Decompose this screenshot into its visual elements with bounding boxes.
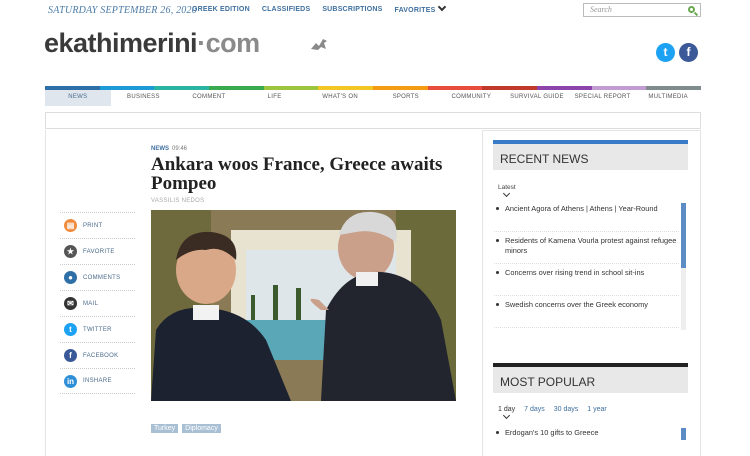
comment-icon: ● bbox=[64, 271, 77, 284]
nav-multimedia[interactable]: MULTIMEDIA bbox=[635, 90, 701, 106]
article-tags: Turkey Diplomacy bbox=[151, 424, 221, 433]
list-item[interactable]: Residents of Kamena Vourla protest again… bbox=[494, 232, 679, 264]
favorites-label: FAVORITES bbox=[394, 7, 436, 14]
scrollbar-thumb[interactable] bbox=[681, 203, 686, 268]
search-icon[interactable] bbox=[688, 6, 695, 13]
inshare-label: INSHARE bbox=[83, 378, 112, 384]
ad-strip bbox=[45, 112, 701, 129]
twitter-icon[interactable]: t bbox=[656, 43, 675, 62]
print-icon: ▤ bbox=[64, 219, 77, 232]
most-popular-title: MOST POPULAR bbox=[500, 375, 596, 389]
nav-life[interactable]: LIFE bbox=[242, 90, 308, 106]
top-links: GREEK EDITION CLASSIFIEDS SUBSCRIPTIONS … bbox=[192, 2, 447, 14]
search-box[interactable]: Search bbox=[583, 3, 701, 17]
star-icon: ★ bbox=[64, 245, 77, 258]
chevron-down-icon bbox=[438, 2, 447, 12]
article-byline: VASSILIS NEDOS bbox=[151, 198, 205, 204]
recent-news-title: RECENT NEWS bbox=[500, 152, 589, 166]
article-title: Ankara woos France, Greece awaits Pompeo bbox=[151, 154, 443, 194]
print-button[interactable]: ▤ PRINT bbox=[60, 212, 135, 238]
logo-main: ekathimerini bbox=[44, 28, 198, 58]
facebook-label: FACEBOOK bbox=[83, 352, 119, 359]
recent-news-header: RECENT NEWS bbox=[493, 140, 688, 170]
facebook-icon: f bbox=[64, 349, 77, 362]
nav-community[interactable]: COMMUNITY bbox=[439, 90, 505, 106]
nav-news[interactable]: NEWS bbox=[45, 90, 111, 106]
favorites-menu[interactable]: FAVORITES bbox=[394, 2, 447, 14]
list-item[interactable]: Concerns over rising trend in school sit… bbox=[494, 264, 679, 296]
article-section[interactable]: NEWS bbox=[151, 146, 169, 152]
favorite-label: FAVORITE bbox=[83, 248, 115, 255]
current-date: SATURDAY SEPTEMBER 26, 2020 bbox=[48, 5, 197, 16]
twitter-share-button[interactable]: t TWITTER bbox=[60, 316, 135, 342]
owl-logo-icon bbox=[311, 39, 327, 50]
list-item[interactable]: Ancient Agora of Athens | Athens | Year-… bbox=[494, 200, 679, 232]
nav-special-report[interactable]: SPECIAL REPORT bbox=[570, 90, 636, 106]
list-item[interactable]: Swedish concerns over the Greek economy bbox=[494, 296, 679, 328]
most-popular-header: MOST POPULAR bbox=[493, 363, 688, 393]
article-tools: ▤ PRINT ★ FAVORITE ● COMMENTS ✉ MAIL t TWITTE… bbox=[60, 212, 135, 394]
print-label: PRINT bbox=[83, 222, 103, 229]
twitter-label: TWITTER bbox=[83, 326, 112, 333]
greek-edition-link[interactable]: GREEK EDITION bbox=[192, 6, 250, 14]
nav-whats-on[interactable]: WHAT'S ON bbox=[307, 90, 373, 106]
recent-news-list: Ancient Agora of Athens | Athens | Year-… bbox=[494, 200, 679, 328]
list-item[interactable]: Erdogan's 10 gifts to Greece bbox=[494, 428, 598, 437]
subscriptions-link[interactable]: SUBSCRIPTIONS bbox=[322, 6, 382, 14]
main-nav: NEWS BUSINESS COMMENT LIFE WHAT'S ON SPO… bbox=[45, 86, 702, 106]
mail-button[interactable]: ✉ MAIL bbox=[60, 290, 135, 316]
nav-survival-guide[interactable]: SURVIVAL GUIDE bbox=[504, 90, 570, 106]
logo-tld: com bbox=[205, 28, 261, 58]
nav-comment[interactable]: COMMENT bbox=[176, 90, 242, 106]
logo-dot: · bbox=[197, 28, 206, 58]
article-time: 09:46 bbox=[172, 146, 188, 152]
favorite-button[interactable]: ★ FAVORITE bbox=[60, 238, 135, 264]
tab-1-year[interactable]: 1 year bbox=[587, 406, 606, 413]
nav-business[interactable]: BUSINESS bbox=[111, 90, 177, 106]
comments-label: COMMENTS bbox=[83, 274, 121, 281]
recent-news-scrollbar[interactable] bbox=[681, 203, 686, 330]
mail-label: MAIL bbox=[83, 300, 99, 307]
nav-sports[interactable]: SPORTS bbox=[373, 90, 439, 106]
site-logo[interactable]: ekathimerini·com bbox=[44, 28, 260, 59]
twitter-icon: t bbox=[64, 323, 77, 336]
popular-period-tabs: 1 day 7 days 30 days 1 year bbox=[498, 406, 607, 413]
article-photo-art bbox=[151, 210, 456, 401]
mail-icon: ✉ bbox=[64, 297, 77, 310]
tab-30-days[interactable]: 30 days bbox=[554, 406, 579, 413]
tag-diplomacy[interactable]: Diplomacy bbox=[182, 424, 221, 433]
top-bar: SATURDAY SEPTEMBER 26, 2020 GREEK EDITIO… bbox=[45, 2, 705, 18]
search-placeholder: Search bbox=[590, 5, 612, 14]
comments-button[interactable]: ● COMMENTS bbox=[60, 264, 135, 290]
tag-turkey[interactable]: Turkey bbox=[151, 424, 179, 433]
article-kicker: NEWS 09:46 bbox=[151, 146, 187, 152]
tab-7-days[interactable]: 7 days bbox=[524, 406, 545, 413]
linkedin-icon: in bbox=[64, 374, 77, 388]
facebook-share-button[interactable]: f FACEBOOK bbox=[60, 342, 135, 368]
inshare-button[interactable]: in INSHARE bbox=[60, 368, 135, 394]
article-photo bbox=[151, 210, 456, 401]
most-popular-scrollbar[interactable] bbox=[681, 428, 686, 440]
classifieds-link[interactable]: CLASSIFIEDS bbox=[262, 6, 310, 14]
facebook-icon[interactable]: f bbox=[679, 43, 698, 62]
